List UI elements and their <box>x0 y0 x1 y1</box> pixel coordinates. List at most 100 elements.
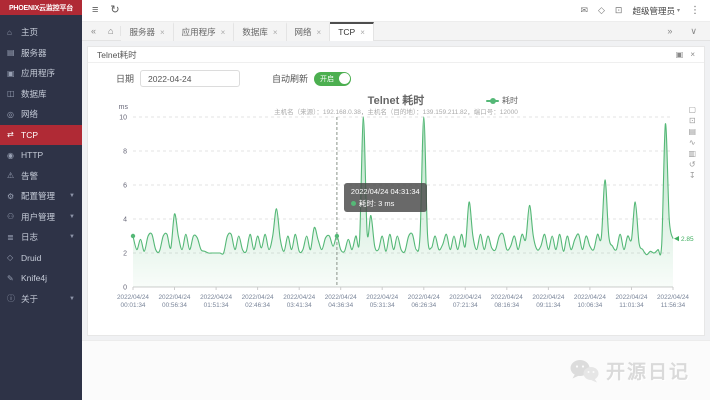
tabs-scroll-right-icon[interactable]: » <box>662 26 677 36</box>
toggle-knob <box>339 73 350 84</box>
svg-text:2.85: 2.85 <box>681 236 694 243</box>
sidebar-item-application[interactable]: ▣应用程序 <box>0 63 82 84</box>
telnet-panel: Telnet耗时 ▣ × 日期 自动刷新 开启 <box>87 46 705 336</box>
sidebar-item-tcp[interactable]: ⇄TCP <box>0 125 82 146</box>
fullscreen-icon[interactable]: ⊡ <box>615 5 623 16</box>
svg-text:2022/04/24: 2022/04/24 <box>408 294 440 301</box>
http-icon: ◉ <box>7 151 18 160</box>
tab-label: 应用程序 <box>182 26 216 38</box>
svg-text:6: 6 <box>123 183 127 190</box>
sidebar-item-server[interactable]: ▤服务器 <box>0 43 82 64</box>
float-window-icon[interactable]: ▣ <box>676 50 684 59</box>
more-options-icon[interactable]: ⋮ <box>690 5 700 16</box>
gear-icon: ⚙ <box>7 192 18 201</box>
tabs-scroll-left-icon[interactable]: « <box>86 26 101 36</box>
home-tab-icon[interactable]: ⌂ <box>101 26 121 36</box>
app-window: PHOENIX云监控平台 ⌂主页▤服务器▣应用程序◫数据库◎网络⇄TCP◉HTT… <box>0 0 710 400</box>
sidebar-item-druid[interactable]: ◇Druid <box>0 248 82 269</box>
refresh-icon[interactable]: ↻ <box>110 5 119 16</box>
footer: 开源日记 <box>82 340 710 400</box>
close-tab-icon[interactable]: × <box>273 28 278 37</box>
sidebar-item-http[interactable]: ◉HTTP <box>0 145 82 166</box>
close-tab-icon[interactable]: × <box>221 28 226 37</box>
notice-icon[interactable]: ◇ <box>598 5 605 16</box>
sidebar-item-users[interactable]: ⚇用户管理▼ <box>0 207 82 228</box>
sidebar-item-label: 日志 <box>21 231 38 243</box>
auto-refresh-label: 自动刷新 <box>272 72 308 85</box>
tabs-dropdown-icon[interactable]: ∨ <box>685 26 702 37</box>
panel-header: Telnet耗时 ▣ × <box>88 47 704 63</box>
svg-text:06:26:34: 06:26:34 <box>411 302 436 309</box>
tab-application[interactable]: 应用程序 × <box>174 22 235 41</box>
user-menu[interactable]: 超级管理员 ▾ <box>632 5 680 17</box>
svg-text:10:06:34: 10:06:34 <box>577 302 602 309</box>
collapse-menu-icon[interactable]: ≡ <box>92 5 98 16</box>
svg-text:09:11:34: 09:11:34 <box>536 302 561 309</box>
svg-text:2022/04/24: 2022/04/24 <box>616 294 648 301</box>
tab-label: TCP <box>338 27 355 37</box>
close-tab-icon[interactable]: × <box>360 28 365 37</box>
sidebar: PHOENIX云监控平台 ⌂主页▤服务器▣应用程序◫数据库◎网络⇄TCP◉HTT… <box>0 0 82 400</box>
sidebar-item-config[interactable]: ⚙配置管理▼ <box>0 186 82 207</box>
svg-text:07:21:34: 07:21:34 <box>453 302 478 309</box>
info-icon: ⓘ <box>7 293 18 304</box>
tab-database[interactable]: 数据库 × <box>234 22 286 41</box>
auto-refresh-toggle[interactable]: 开启 <box>314 72 351 86</box>
tabs-container: 服务器× 应用程序 × 数据库 × 网络 × TCP × <box>121 22 373 41</box>
sidebar-item-home[interactable]: ⌂主页 <box>0 22 82 43</box>
tabbar-right: » ∨ <box>662 26 706 37</box>
toggle-on-label: 开启 <box>314 74 334 84</box>
sidebar-item-label: 用户管理 <box>21 211 55 223</box>
date-input[interactable] <box>140 70 240 87</box>
tab-network[interactable]: 网络 × <box>287 22 331 41</box>
sidebar-item-label: 服务器 <box>21 47 47 59</box>
svg-text:8: 8 <box>123 149 127 156</box>
panel-title: Telnet耗时 <box>97 49 137 61</box>
close-tab-icon[interactable]: × <box>317 28 322 37</box>
svg-text:2022/04/24: 2022/04/24 <box>283 294 315 301</box>
log-icon: ≣ <box>7 233 18 242</box>
close-panel-icon[interactable]: × <box>690 50 695 59</box>
tab-label: 网络 <box>295 26 312 38</box>
sidebar-item-label: 网络 <box>21 108 38 120</box>
druid-icon: ◇ <box>7 253 18 262</box>
user-name: 超级管理员 <box>632 5 675 17</box>
svg-text:4: 4 <box>123 217 127 224</box>
sidebar-item-label: 告警 <box>21 170 38 182</box>
application-icon: ▣ <box>7 69 18 78</box>
sidebar-item-knife4j[interactable]: ✎Knife4j <box>0 268 82 289</box>
sidebar-item-label: Knife4j <box>21 273 47 283</box>
wechat-icon <box>568 358 600 384</box>
svg-text:11:56:34: 11:56:34 <box>661 302 686 309</box>
sidebar-item-about[interactable]: ⓘ关于▼ <box>0 289 82 310</box>
close-tab-icon[interactable]: × <box>160 28 165 37</box>
svg-text:0: 0 <box>123 285 127 292</box>
tab-label: 数据库 <box>242 26 268 38</box>
svg-text:05:31:34: 05:31:34 <box>370 302 395 309</box>
tab-server[interactable]: 服务器× <box>121 22 173 41</box>
database-icon: ◫ <box>7 89 18 98</box>
telnet-chart[interactable]: Telnet 耗时 主机名（来源）：192.168.0.38，主机名（目的地）：… <box>98 91 694 331</box>
sidebar-item-alarm[interactable]: ⚠告警 <box>0 166 82 187</box>
sidebar-item-logs[interactable]: ≣日志▼ <box>0 227 82 248</box>
svg-text:2022/04/24: 2022/04/24 <box>159 294 191 301</box>
content-area: Telnet耗时 ▣ × 日期 自动刷新 开启 <box>82 41 710 400</box>
tabbar: « ⌂ 服务器× 应用程序 × 数据库 × 网络 × TCP × » ∨ <box>82 22 710 41</box>
sidebar-item-database[interactable]: ◫数据库 <box>0 84 82 105</box>
server-icon: ▤ <box>7 48 18 57</box>
date-label: 日期 <box>116 72 134 85</box>
chart-plot[interactable]: 0246810ms2022/04/2400:01:342022/04/2400:… <box>98 91 694 331</box>
svg-text:02:46:34: 02:46:34 <box>245 302 270 309</box>
svg-text:08:16:34: 08:16:34 <box>494 302 519 309</box>
sidebar-item-network[interactable]: ◎网络 <box>0 104 82 125</box>
app-logo: PHOENIX云监控平台 <box>0 0 82 15</box>
tab-tcp[interactable]: TCP × <box>330 22 374 41</box>
sidebar-menu: ⌂主页▤服务器▣应用程序◫数据库◎网络⇄TCP◉HTTP⚠告警⚙配置管理▼⚇用户… <box>0 15 82 309</box>
message-icon[interactable]: ✉ <box>580 5 588 16</box>
filter-form: 日期 自动刷新 开启 <box>96 66 696 91</box>
sidebar-item-label: TCP <box>21 130 38 140</box>
network-icon: ◎ <box>7 110 18 119</box>
svg-text:2: 2 <box>123 251 127 258</box>
topbar-icons: ✉ ◇ ⊡ <box>580 5 622 16</box>
svg-text:04:36:34: 04:36:34 <box>328 302 353 309</box>
